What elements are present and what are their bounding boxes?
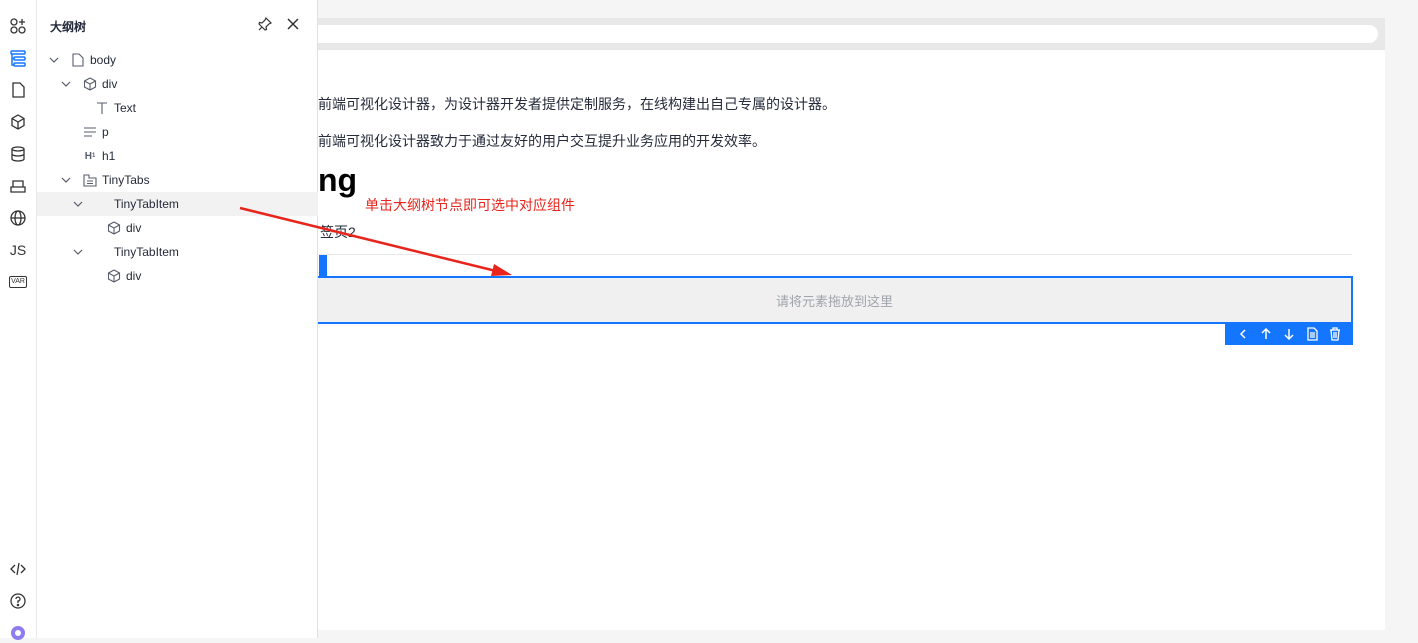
tree-node-h1[interactable]: H1 h1 — [37, 144, 318, 168]
tree-node-tinytabs[interactable]: TinyTabs — [37, 168, 318, 192]
text-icon — [94, 100, 110, 116]
annotation-text: 单击大纲树节点即可选中对应组件 — [365, 197, 575, 213]
copy-icon[interactable] — [1303, 325, 1321, 343]
chevron-down-icon[interactable] — [70, 244, 86, 260]
tree-node-label: TinyTabItem — [114, 245, 179, 259]
tree-node-label: TinyTabItem — [114, 197, 179, 211]
paragraph-icon — [82, 124, 98, 140]
tree-node-body[interactable]: body — [37, 48, 318, 72]
chevron-down-icon[interactable] — [58, 76, 74, 92]
tree-node-div[interactable]: div — [37, 216, 318, 240]
selection-indicator — [319, 255, 327, 277]
block-icon[interactable] — [8, 112, 28, 132]
activity-bar: JS VAR — [0, 0, 37, 640]
js-icon[interactable]: JS — [8, 240, 28, 260]
drop-zone-text: 请将元素拖放到这里 — [775, 293, 893, 309]
var-label: VAR — [9, 276, 27, 288]
tree-node-div[interactable]: div — [37, 264, 318, 288]
tabs-icon — [82, 172, 98, 188]
paragraph-2[interactable]: 前端可视化设计器致力于通过友好的用户交互提升业务应用的开发效率。 — [318, 131, 766, 151]
arrow-down-icon[interactable] — [1280, 325, 1298, 343]
help-icon[interactable] — [8, 591, 28, 611]
tree-node-label: div — [126, 269, 142, 283]
drop-zone[interactable]: 请将元素拖放到这里 — [318, 276, 1353, 324]
paragraph-1[interactable]: 前端可视化设计器，为设计器开发者提供定制服务，在线构建出自己专属的设计器。 — [318, 94, 836, 114]
canvas-header — [318, 18, 1385, 50]
block-icon — [82, 76, 98, 92]
outline-tree-icon[interactable] — [8, 48, 28, 68]
tree-node-div[interactable]: div — [37, 72, 318, 96]
heading-h1[interactable]: ng — [318, 160, 357, 200]
panel-title: 大纲树 — [50, 20, 87, 34]
materials-icon[interactable] — [8, 176, 28, 196]
canvas-address-bar — [318, 25, 1378, 43]
delete-icon[interactable] — [1326, 325, 1344, 343]
tree-node-label: div — [102, 77, 118, 91]
tabs-divider — [318, 254, 1352, 255]
chevron-down-icon[interactable] — [58, 172, 74, 188]
tree-node-label: h1 — [102, 149, 116, 163]
page-icon[interactable] — [8, 80, 28, 100]
tree-node-p[interactable]: p — [37, 120, 318, 144]
tree-node-text[interactable]: Text — [37, 96, 318, 120]
block-icon — [106, 268, 122, 284]
globe-icon[interactable] — [8, 208, 28, 228]
block-icon — [106, 220, 122, 236]
tree-node-label: body — [90, 53, 117, 67]
selection-toolbar — [1225, 323, 1353, 345]
page-icon — [70, 52, 86, 68]
chevron-down-icon[interactable] — [46, 52, 62, 68]
tree-node-label: div — [126, 221, 142, 235]
var-icon[interactable]: VAR — [8, 272, 28, 292]
tab-item-label[interactable]: 签页2 — [320, 222, 356, 242]
tree-node-tinytabitem-2[interactable]: TinyTabItem — [37, 240, 318, 264]
tree-node-tinytabitem-1[interactable]: TinyTabItem — [37, 192, 318, 216]
components-icon[interactable] — [8, 16, 28, 36]
pin-icon[interactable] — [257, 16, 273, 32]
tree-node-label: p — [102, 125, 109, 139]
tree-node-label: TinyTabs — [102, 173, 150, 187]
arrow-up-icon[interactable] — [1257, 325, 1275, 343]
datasource-icon[interactable] — [8, 144, 28, 164]
tree-node-label: Text — [114, 101, 137, 115]
chevron-left-icon[interactable] — [1234, 325, 1252, 343]
ai-icon[interactable] — [8, 623, 28, 643]
code-icon[interactable] — [8, 559, 28, 579]
heading-icon: H1 — [84, 150, 96, 162]
chevron-down-icon[interactable] — [70, 196, 86, 212]
close-icon[interactable] — [285, 16, 301, 32]
outline-panel: 大纲树 body div Text p H1 h1 TinyTabs TinyT — [37, 0, 318, 638]
